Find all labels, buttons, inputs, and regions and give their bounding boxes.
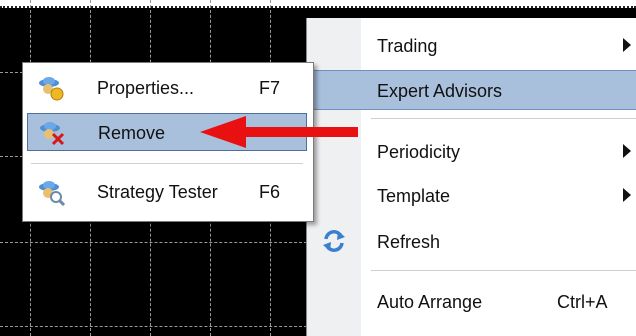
top-border <box>0 0 636 8</box>
submenu-arrow-icon <box>623 38 631 52</box>
annotation-arrow-icon <box>200 116 358 148</box>
menu-separator <box>371 270 636 271</box>
menu-separator <box>371 118 636 119</box>
refresh-icon <box>323 230 345 252</box>
menu-item-shortcut: Ctrl+A <box>557 292 608 312</box>
submenu-item-label: Remove <box>98 123 166 143</box>
submenu-arrow-icon <box>623 144 631 158</box>
submenu-item-shortcut: F7 <box>259 78 281 98</box>
submenu-arrow-icon <box>623 188 631 202</box>
expert-remove-icon <box>40 122 65 146</box>
menu-item-label: Expert Advisors <box>377 81 503 101</box>
menu-item-label: Periodicity <box>377 142 461 162</box>
menu-item-trading[interactable]: Trading <box>307 26 636 66</box>
menu-item-label: Template <box>377 186 451 206</box>
submenu-item-label: Properties... <box>97 78 195 98</box>
menu-item-label: Auto Arrange <box>377 292 483 312</box>
submenu-item-label: Strategy Tester <box>97 182 218 202</box>
submenu-item-shortcut: F6 <box>259 182 281 202</box>
chart-context-menu: Trading Expert Advisors Periodicity Temp… <box>306 18 636 336</box>
strategy-tester-icon <box>39 181 65 206</box>
menu-item-template[interactable]: Template <box>307 176 636 216</box>
submenu-separator <box>31 163 303 164</box>
submenu-item-properties[interactable]: Properties... F7 <box>27 69 307 107</box>
menu-item-expert-advisors[interactable]: Expert Advisors <box>307 70 636 110</box>
menu-item-label: Refresh <box>377 232 441 252</box>
menu-item-auto-arrange[interactable]: Auto Arrange Ctrl+A <box>307 282 636 322</box>
menu-item-label: Trading <box>377 36 438 56</box>
menu-item-refresh[interactable]: Refresh <box>307 222 636 262</box>
expert-properties-icon <box>39 77 64 101</box>
submenu-item-strategy-tester[interactable]: Strategy Tester F6 <box>27 173 307 211</box>
